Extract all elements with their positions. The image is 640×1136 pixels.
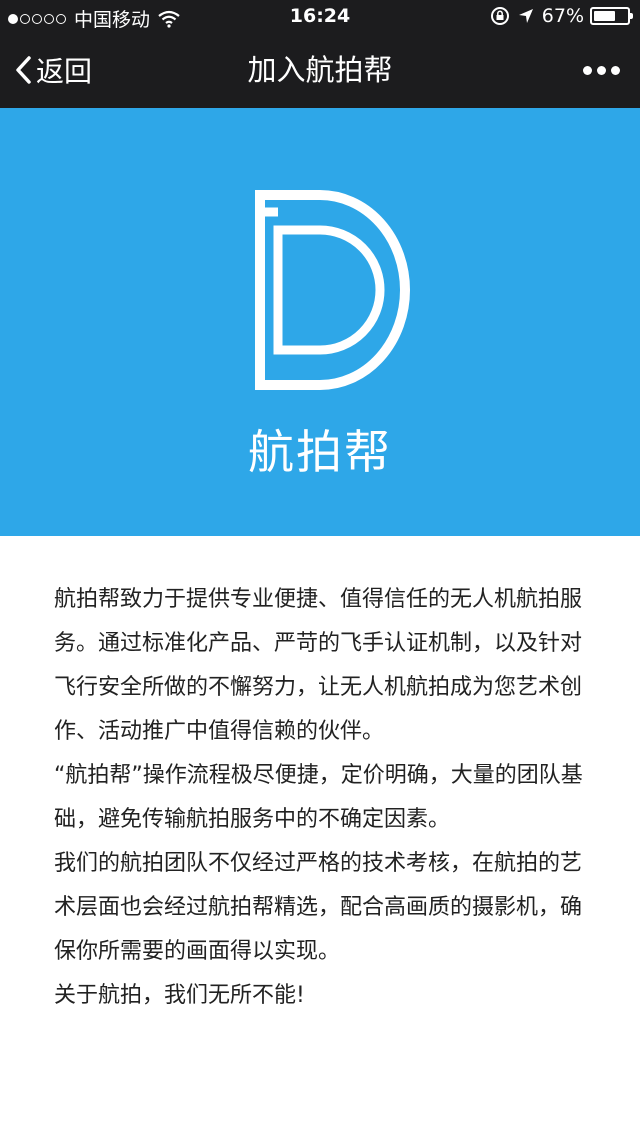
status-bar: 中国移动 16:24 67% xyxy=(0,0,640,32)
navigation-bar: 返回 加入航拍帮 xyxy=(0,32,640,108)
more-options-button[interactable] xyxy=(578,32,620,108)
battery-percent: 67% xyxy=(541,5,584,27)
intro-text: 航拍帮致力于提供专业便捷、值得信任的无人机航拍服务。通过标准化产品、严苛的飞手认… xyxy=(54,578,594,1018)
status-right: 67% xyxy=(490,5,633,27)
intro-paragraph: 关于航拍，我们无所不能! xyxy=(54,983,305,1008)
brand-logo-d-icon xyxy=(255,190,410,390)
location-arrow-icon xyxy=(518,9,533,23)
more-dot-icon xyxy=(611,65,620,75)
carrier-name: 中国移动 xyxy=(74,9,151,31)
intro-paragraph: 我们的航拍团队不仅经过严格的技术考核，在航拍的艺术层面也会经过航拍帮精选，配合高… xyxy=(54,851,583,964)
wifi-icon xyxy=(158,10,180,28)
back-button[interactable]: 返回 xyxy=(14,32,92,108)
page-title: 加入航拍帮 xyxy=(247,53,393,87)
more-dot-icon xyxy=(583,65,592,75)
brand-name: 航拍帮 xyxy=(248,425,392,479)
status-left: 中国移动 xyxy=(8,5,180,32)
battery-icon xyxy=(590,7,633,25)
chevron-left-icon xyxy=(16,56,31,84)
intro-paragraph: “航拍帮”操作流程极尽便捷，定价明确，大量的团队基础，避免传输航拍服务中的不确定… xyxy=(54,763,583,832)
hero-banner: 航拍帮 xyxy=(0,108,640,536)
more-dot-icon xyxy=(597,65,606,75)
rotation-lock-icon xyxy=(490,7,509,25)
back-label: 返回 xyxy=(36,55,93,88)
intro-paragraph: 航拍帮致力于提供专业便捷、值得信任的无人机航拍服务。通过标准化产品、严苛的飞手认… xyxy=(54,587,583,744)
signal-strength-icon xyxy=(8,13,68,24)
